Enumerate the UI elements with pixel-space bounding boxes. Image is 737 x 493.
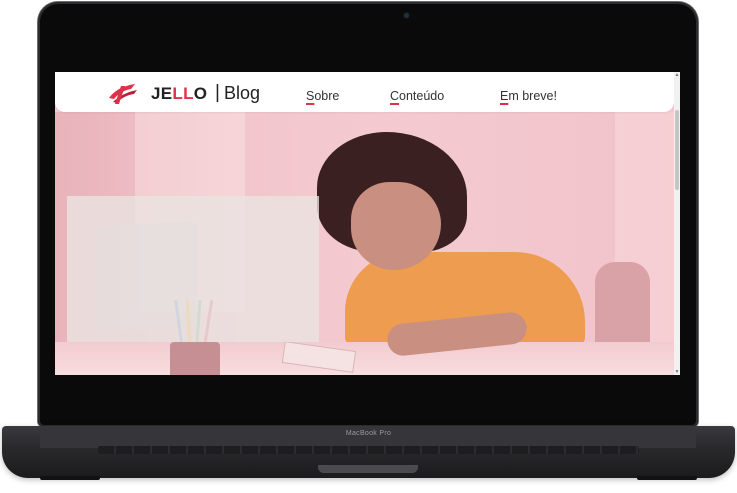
- nav-link-em-breve[interactable]: Em breve!: [500, 89, 557, 103]
- hero-image: [55, 112, 675, 375]
- chevron-down-icon[interactable]: ▼: [674, 369, 680, 375]
- laptop-model-label: MacBook Pro: [345, 430, 392, 437]
- camera-icon: [404, 13, 409, 18]
- logo-separator: |: [215, 82, 220, 103]
- pencil-cup: [170, 342, 220, 375]
- jello-logo-icon[interactable]: [105, 80, 139, 106]
- logo-blog-label[interactable]: Blog: [224, 83, 260, 104]
- trackpad-notch: [318, 465, 418, 473]
- navbar: JELLO | Blog Sobre Conteúdo Em breve!: [55, 72, 674, 112]
- scroll-thumb[interactable]: [675, 110, 679, 190]
- nav-link-sobre[interactable]: Sobre: [306, 89, 339, 103]
- chevron-up-icon[interactable]: ▲: [674, 72, 680, 78]
- keyboard: [98, 446, 639, 454]
- desk: [55, 342, 674, 375]
- nav-link-conteudo[interactable]: Conteúdo: [390, 89, 444, 103]
- browser-viewport: JELLO | Blog Sobre Conteúdo Em breve! ▲ …: [55, 72, 680, 375]
- laptop-foot: [40, 476, 100, 480]
- hero-text-panel: [67, 196, 319, 342]
- logo-wordmark[interactable]: JELLO: [151, 84, 207, 104]
- page-scrollbar[interactable]: ▲ ▼: [674, 72, 680, 375]
- laptop-foot: [637, 476, 697, 480]
